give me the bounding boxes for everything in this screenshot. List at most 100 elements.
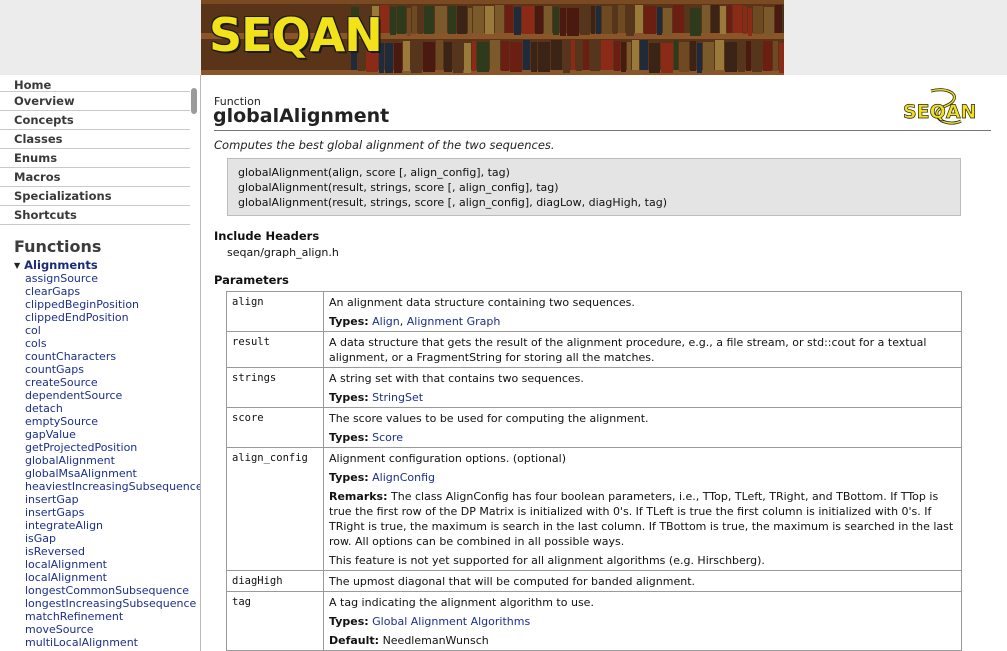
sidebar-section-title: Functions — [14, 237, 102, 256]
param-description: A tag indicating the alignment algorithm… — [323, 591, 962, 651]
sidebar-function-link[interactable]: isGap — [25, 532, 200, 545]
sidebar-function-link[interactable]: localAlignment — [25, 558, 200, 571]
book-spine — [385, 43, 393, 73]
sidebar-scrollbar[interactable] — [191, 88, 197, 114]
book-spine — [418, 6, 423, 34]
sidebar-function-link[interactable]: moveSource — [25, 623, 200, 636]
book-spine — [468, 8, 472, 36]
sidebar-function-link[interactable]: globalAlignment — [25, 454, 200, 467]
sidebar-function-link[interactable]: globalMsaAlignment — [25, 467, 200, 480]
book-spine — [580, 7, 590, 35]
sidebar-function-link[interactable]: insertGap — [25, 493, 200, 506]
book-spine — [626, 8, 634, 36]
sidebar-function-link[interactable]: createSource — [25, 376, 200, 389]
sidebar-function-link[interactable]: isReversed — [25, 545, 200, 558]
sidebar-group-alignments[interactable]: ▼ Alignments — [0, 258, 200, 272]
book-spine — [663, 8, 672, 36]
types-label: Types: — [329, 315, 369, 328]
param-row: score The score values to be used for com… — [226, 407, 962, 448]
type-link[interactable]: Global Alignment Algorithms — [372, 615, 530, 628]
sidebar-function-link[interactable]: multiLocalAlignment — [25, 636, 200, 649]
book-spine — [590, 41, 600, 71]
book-spine — [403, 41, 410, 71]
book-spine — [591, 6, 595, 34]
book-spine — [783, 5, 784, 33]
sidebar-function-link[interactable]: col — [25, 324, 200, 337]
parameters-table: align An alignment data structure contain… — [226, 291, 962, 651]
type-link[interactable]: AlignConfig — [372, 471, 435, 484]
sidebar-function-link[interactable]: longestIncreasingSubsequence — [25, 597, 200, 610]
sidebar-function-link[interactable]: detach — [25, 402, 200, 415]
param-desc-text: The score values to be used for computin… — [329, 412, 649, 425]
book-spine — [752, 42, 762, 72]
param-description: The upmost diagonal that will be compute… — [323, 570, 962, 592]
param-name: diagHigh — [226, 570, 324, 592]
sidebar-function-link[interactable]: cols — [25, 337, 200, 350]
type-link[interactable]: Alignment Graph — [407, 315, 501, 328]
book-spine — [748, 8, 752, 36]
book-spine — [473, 6, 484, 34]
sidebar-function-link[interactable]: longestCommonSubsequence — [25, 584, 200, 597]
sidebar-function-link[interactable]: heaviestIncreasingSubsequence — [25, 480, 200, 493]
sidebar-item-shortcuts[interactable]: Shortcuts — [0, 206, 190, 225]
title-divider — [214, 130, 991, 131]
book-spine — [690, 41, 696, 71]
book-spine — [448, 6, 456, 34]
sidebar-item-enums[interactable]: Enums — [0, 149, 190, 168]
book-spine — [510, 42, 522, 72]
sidebar-item-macros[interactable]: Macros — [0, 168, 190, 187]
sidebar-function-link[interactable]: clippedEndPosition — [25, 311, 200, 324]
sidebar-item-home[interactable]: Home — [0, 75, 190, 92]
book-spine — [614, 41, 620, 71]
param-description: A data structure that gets the result of… — [323, 331, 962, 368]
book-spine — [514, 7, 521, 35]
book-spine — [743, 6, 747, 34]
sidebar-function-link[interactable]: dependentSource — [25, 389, 200, 402]
sidebar-function-link[interactable]: countGaps — [25, 363, 200, 376]
sidebar-function-link[interactable]: gapValue — [25, 428, 200, 441]
seqan-small-logo: SEQAN — [903, 88, 975, 125]
book-spine — [727, 5, 732, 33]
sidebar-function-link[interactable]: clearGaps — [25, 285, 200, 298]
remarks-text: The class AlignConfig has four boolean p… — [329, 490, 954, 548]
include-path: seqan/graph_align.h — [227, 246, 339, 259]
sidebar-function-link[interactable]: insertGaps — [25, 506, 200, 519]
book-spine — [563, 43, 570, 73]
book-spine — [679, 42, 689, 72]
sidebar-function-link[interactable]: matchRefinement — [25, 610, 200, 623]
sidebar-function-link[interactable]: assignSource — [25, 272, 200, 285]
triangle-down-icon: ▼ — [14, 261, 21, 270]
param-desc-text: A string set with that contains two sequ… — [329, 372, 584, 385]
seqan-logo[interactable]: SEQAN — [209, 8, 383, 62]
param-name: tag — [226, 591, 324, 651]
sidebar-function-link[interactable]: localAlignment — [25, 571, 200, 584]
param-description: Alignment configuration options. (option… — [323, 447, 962, 571]
param-description: An alignment data structure containing t… — [323, 291, 962, 332]
types-label: Types: — [329, 471, 369, 484]
book-spine — [711, 5, 719, 33]
sidebar-item-classes[interactable]: Classes — [0, 130, 190, 149]
sidebar-function-link[interactable]: integrateAlign — [25, 519, 200, 532]
sidebar-function-link[interactable]: clippedBeginPosition — [25, 298, 200, 311]
param-desc-text: Alignment configuration options. (option… — [329, 452, 566, 465]
book-spine — [490, 40, 500, 70]
book-spine — [697, 43, 702, 73]
book-spine — [538, 42, 550, 72]
book-spine — [501, 41, 509, 71]
param-row: diagHigh The upmost diagonal that will be… — [226, 570, 962, 592]
sidebar-function-link[interactable]: emptySource — [25, 415, 200, 428]
book-spine — [674, 40, 678, 70]
type-link[interactable]: Align — [372, 315, 400, 328]
signature-line: globalAlignment(align, score [, align_co… — [238, 166, 510, 179]
sidebar-item-concepts[interactable]: Concepts — [0, 111, 190, 130]
type-link[interactable]: Score — [372, 431, 403, 444]
book-spine — [531, 42, 537, 72]
sidebar-function-link[interactable]: countCharacters — [25, 350, 200, 363]
type-link[interactable]: StringSet — [372, 391, 423, 404]
book-spine — [583, 40, 589, 70]
sidebar-item-overview[interactable]: Overview — [0, 92, 190, 111]
book-spine — [560, 8, 566, 36]
sidebar-function-link[interactable]: getProjectedPosition — [25, 441, 200, 454]
types-label: Types: — [329, 431, 369, 444]
sidebar-item-specializations[interactable]: Specializations — [0, 187, 190, 206]
